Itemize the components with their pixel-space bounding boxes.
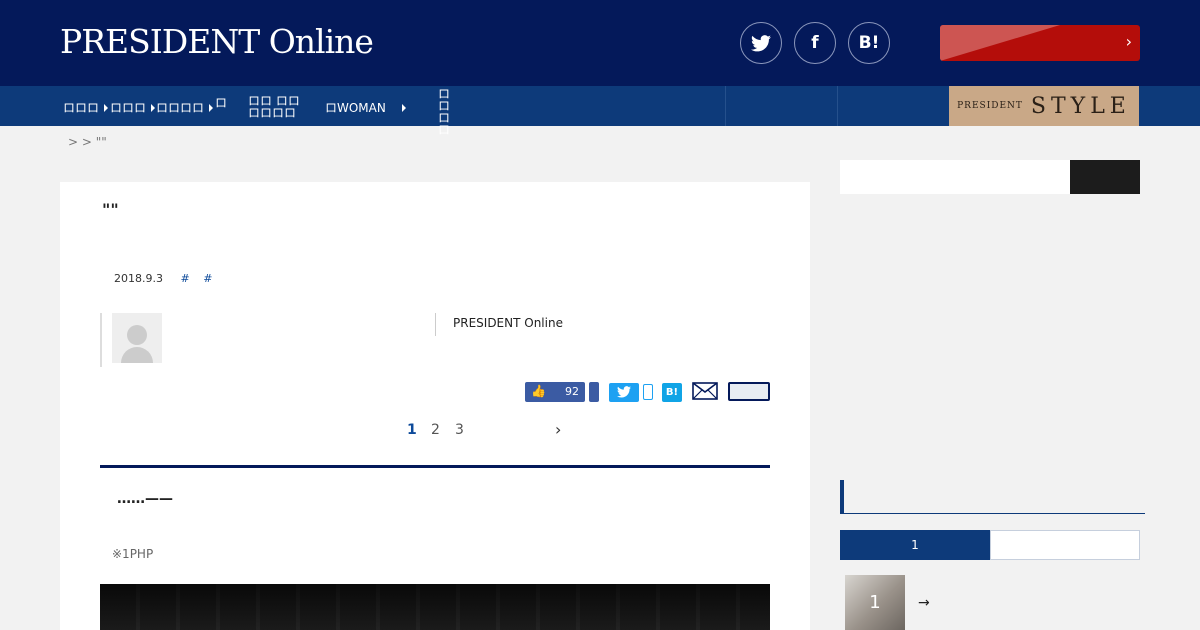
article-divider bbox=[100, 465, 770, 468]
hatena-bookmark-button[interactable]: B! bbox=[662, 383, 682, 402]
mail-icon[interactable] bbox=[692, 382, 718, 400]
ranking-number: 1 bbox=[869, 592, 881, 613]
tag-link[interactable]: # bbox=[180, 272, 189, 285]
article-lead: ……—— bbox=[117, 491, 173, 507]
photo-shade bbox=[100, 584, 770, 630]
signup-button[interactable]: › bbox=[940, 25, 1140, 61]
chevron-right-icon: › bbox=[1125, 32, 1132, 51]
nav-item-label: ロWOMAN bbox=[325, 101, 386, 115]
avatar-head bbox=[127, 325, 147, 345]
article-note: ※1PHP bbox=[112, 547, 154, 561]
nav-divider bbox=[837, 86, 838, 126]
signup-button-shine bbox=[940, 25, 1060, 61]
next-page-icon[interactable]: › bbox=[555, 420, 561, 439]
author-divider bbox=[100, 313, 102, 367]
article-card: "" 2018.9.3 # # PRESIDENT Online 👍 92 B!… bbox=[60, 182, 810, 630]
search-button[interactable] bbox=[1070, 160, 1140, 194]
save-button[interactable] bbox=[728, 382, 770, 401]
twitter-icon bbox=[617, 386, 631, 398]
avatar[interactable] bbox=[112, 313, 162, 363]
tag-link[interactable]: # bbox=[203, 272, 212, 285]
page-link-3[interactable]: 3 bbox=[455, 422, 464, 438]
like-count: 92 bbox=[565, 385, 579, 398]
breadcrumb[interactable]: > > "" bbox=[68, 135, 107, 149]
nav-item-5[interactable]: ロロ ロロロロロロ bbox=[248, 95, 308, 119]
nav-item-4[interactable]: ロ bbox=[215, 94, 227, 111]
avatar-body bbox=[121, 347, 153, 363]
site-header: PRESIDENT Online f B! › bbox=[0, 0, 1200, 86]
nav-item-woman[interactable]: ロWOMAN bbox=[325, 99, 406, 116]
thumbs-up-icon: 👍 bbox=[531, 384, 546, 398]
nav-item-label: ロロ ロロロロロロ bbox=[248, 94, 300, 120]
caret-right-icon bbox=[151, 103, 156, 112]
article-title: "" bbox=[102, 200, 119, 219]
nav-item-label: ロロ ロロ bbox=[438, 87, 451, 137]
article-photo bbox=[100, 584, 770, 630]
twitter-share-button[interactable] bbox=[609, 383, 639, 402]
style-banner-big: STYLE bbox=[1030, 93, 1131, 119]
nav-divider bbox=[725, 86, 726, 126]
nav-item-label: ロロロ bbox=[63, 101, 100, 115]
style-banner-small: PRESIDENT bbox=[957, 101, 1023, 111]
nav-item-label: ロロロ bbox=[110, 101, 147, 115]
ranking-tab[interactable] bbox=[990, 530, 1140, 560]
publisher-divider bbox=[435, 313, 436, 336]
caret-right-icon bbox=[209, 103, 214, 112]
twitter-count-bubble bbox=[643, 384, 653, 400]
facebook-icon[interactable]: f bbox=[794, 22, 836, 64]
page-link-2[interactable]: 2 bbox=[431, 422, 440, 438]
caret-right-icon bbox=[401, 103, 406, 112]
president-style-banner[interactable]: PRESIDENT STYLE bbox=[949, 86, 1139, 126]
nav-item-3[interactable]: ロロロロ bbox=[156, 99, 214, 116]
caret-right-icon bbox=[104, 103, 109, 112]
nav-item-label: ロ bbox=[215, 96, 228, 110]
nav-item-label: ロロロロ bbox=[156, 101, 205, 115]
twitter-icon[interactable] bbox=[740, 22, 782, 64]
article-date: 2018.9.3 bbox=[114, 272, 163, 285]
facebook-glyph: f bbox=[811, 33, 819, 53]
article-meta: 2018.9.3 # # bbox=[114, 272, 212, 285]
site-logo[interactable]: PRESIDENT Online bbox=[60, 22, 374, 62]
hatena-glyph: B! bbox=[858, 33, 880, 53]
publisher-name: PRESIDENT Online bbox=[453, 316, 563, 330]
hatena-bookmark-icon[interactable]: B! bbox=[848, 22, 890, 64]
page-link-1[interactable]: 1 bbox=[407, 422, 417, 438]
search-input[interactable] bbox=[840, 160, 1070, 194]
facebook-like-button[interactable]: 👍 92 bbox=[525, 382, 585, 402]
ranking-tab-active[interactable]: 1 bbox=[840, 530, 990, 560]
nav-item-2[interactable]: ロロロ bbox=[110, 99, 156, 116]
nav-item-7[interactable]: ロロ ロロ bbox=[438, 88, 458, 136]
ranking-heading bbox=[840, 480, 1145, 514]
arrow-right-icon[interactable]: → bbox=[918, 595, 930, 611]
facebook-share-button[interactable] bbox=[589, 382, 599, 402]
nav-item-1[interactable]: ロロロ bbox=[63, 99, 109, 116]
